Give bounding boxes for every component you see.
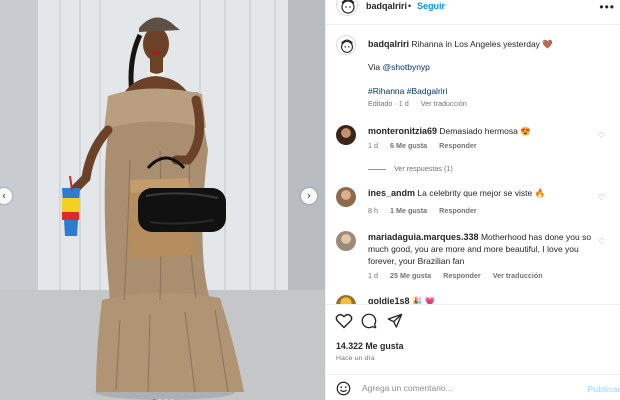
- comment-text: 🎉 💗: [411, 296, 436, 304]
- heart-outline-icon[interactable]: ♡: [598, 131, 605, 140]
- post-header: badqalriri • Seguir •••: [326, 0, 620, 24]
- comment-likes[interactable]: 25 Me gusta: [390, 271, 431, 280]
- comment-input[interactable]: [362, 381, 582, 395]
- post-actions: 14.322 Me gusta Hace un día: [326, 304, 620, 374]
- comment-likes[interactable]: 1 Me gusta: [390, 206, 427, 215]
- post-side-panel: badqalriri • Seguir ••• badqalriri Rihan…: [325, 0, 620, 400]
- carousel-next-button[interactable]: ›: [301, 188, 317, 204]
- caption-via-label: Via: [368, 62, 381, 72]
- comment-reply-button[interactable]: Responder: [439, 141, 477, 150]
- chevron-left-icon: ‹: [1, 189, 7, 202]
- commenter-avatar[interactable]: [336, 125, 356, 145]
- comment-body: mariadaguia.marques.338 Motherhood has d…: [368, 231, 604, 267]
- likes-count[interactable]: 14.322 Me gusta: [336, 341, 403, 351]
- comment-reply-button[interactable]: Responder: [443, 271, 481, 280]
- more-options-icon[interactable]: •••: [599, 0, 615, 14]
- head: [143, 27, 169, 61]
- caption-emoji: 🤎: [542, 39, 553, 49]
- caption-avatar[interactable]: [336, 35, 356, 55]
- comments-section: badqalriri Rihanna in Los Angeles yester…: [326, 24, 620, 304]
- heart-icon[interactable]: [335, 313, 353, 329]
- caption-translate-link[interactable]: Ver traducción: [421, 99, 467, 108]
- add-comment-bar: Publicar: [326, 374, 620, 400]
- comment-username[interactable]: ines_andm: [368, 188, 415, 198]
- comment-translate-link[interactable]: Ver traducción: [493, 271, 543, 280]
- comment-username[interactable]: monteronitzia69: [368, 126, 437, 136]
- comment-text: La celebrity que mejor se viste 🔥: [417, 188, 546, 198]
- comment-time: 1 d: [368, 141, 378, 150]
- caption-via-link[interactable]: @shotbynyp: [383, 62, 430, 72]
- comment-username[interactable]: goldie1s8: [368, 296, 410, 304]
- comment-text: Demasiado hermosa 😍: [439, 126, 531, 136]
- follow-button[interactable]: Seguir: [417, 1, 445, 11]
- photo-scene: [0, 0, 325, 400]
- caption-hashtags[interactable]: #Rihanna #Badgalriri: [368, 85, 447, 97]
- avatar-logo-icon: [341, 39, 353, 53]
- header-separator: •: [408, 1, 412, 11]
- comment-time: 8 h: [368, 206, 378, 215]
- comment-username[interactable]: mariadaguia.marques.338: [368, 232, 479, 242]
- caption-line: badqalriri Rihanna in Los Angeles yester…: [368, 38, 608, 50]
- chevron-right-icon: ›: [306, 189, 312, 202]
- caption-via-line: Via @shotbynyp: [368, 61, 430, 73]
- carousel-indicator: [0, 390, 325, 400]
- comment-body: ines_andm La celebrity que mejor se vist…: [368, 187, 598, 199]
- author-avatar[interactable]: [336, 0, 358, 16]
- caption-username[interactable]: badqalriri: [368, 39, 409, 49]
- comment-reply-button[interactable]: Responder: [439, 206, 477, 215]
- comment-meta: 1 d 25 Me gusta Responder Ver traducción: [368, 271, 543, 280]
- publish-button[interactable]: Publicar: [587, 384, 620, 394]
- comment-body: monteronitzia69 Demasiado hermosa 😍: [368, 125, 598, 137]
- comment-meta: 1 d 6 Me gusta Responder: [368, 141, 477, 150]
- caption-edited: Editado · 1 d: [368, 99, 409, 108]
- commenter-avatar[interactable]: [336, 187, 356, 207]
- comment-time: 1 d: [368, 271, 378, 280]
- commenter-avatar[interactable]: [336, 231, 356, 251]
- caption-text: Rihanna in Los Angeles yesterday: [411, 39, 540, 49]
- heart-outline-icon[interactable]: ♡: [598, 193, 605, 202]
- heart-outline-icon[interactable]: ♡: [598, 237, 605, 246]
- view-replies-label: Ver respuestas (1): [394, 164, 453, 173]
- caption-meta: Editado · 1 d Ver traducción: [368, 99, 477, 108]
- replies-divider: [368, 168, 386, 170]
- emoji-icon[interactable]: [336, 381, 351, 396]
- author-username[interactable]: badqalriri: [366, 1, 407, 11]
- post-photo: ‹ ›: [0, 0, 325, 400]
- avatar-logo-icon: [341, 0, 355, 14]
- view-replies-button[interactable]: Ver respuestas (1): [368, 164, 453, 173]
- comment-icon[interactable]: [361, 313, 377, 329]
- comment-meta: 8 h 1 Me gusta Responder: [368, 206, 477, 215]
- comment-likes[interactable]: 6 Me gusta: [390, 141, 427, 150]
- commenter-avatar[interactable]: [336, 295, 356, 304]
- post-timestamp[interactable]: Hace un día: [336, 355, 375, 362]
- share-icon[interactable]: [387, 313, 403, 329]
- comment-body: goldie1s8 🎉 💗: [368, 295, 598, 304]
